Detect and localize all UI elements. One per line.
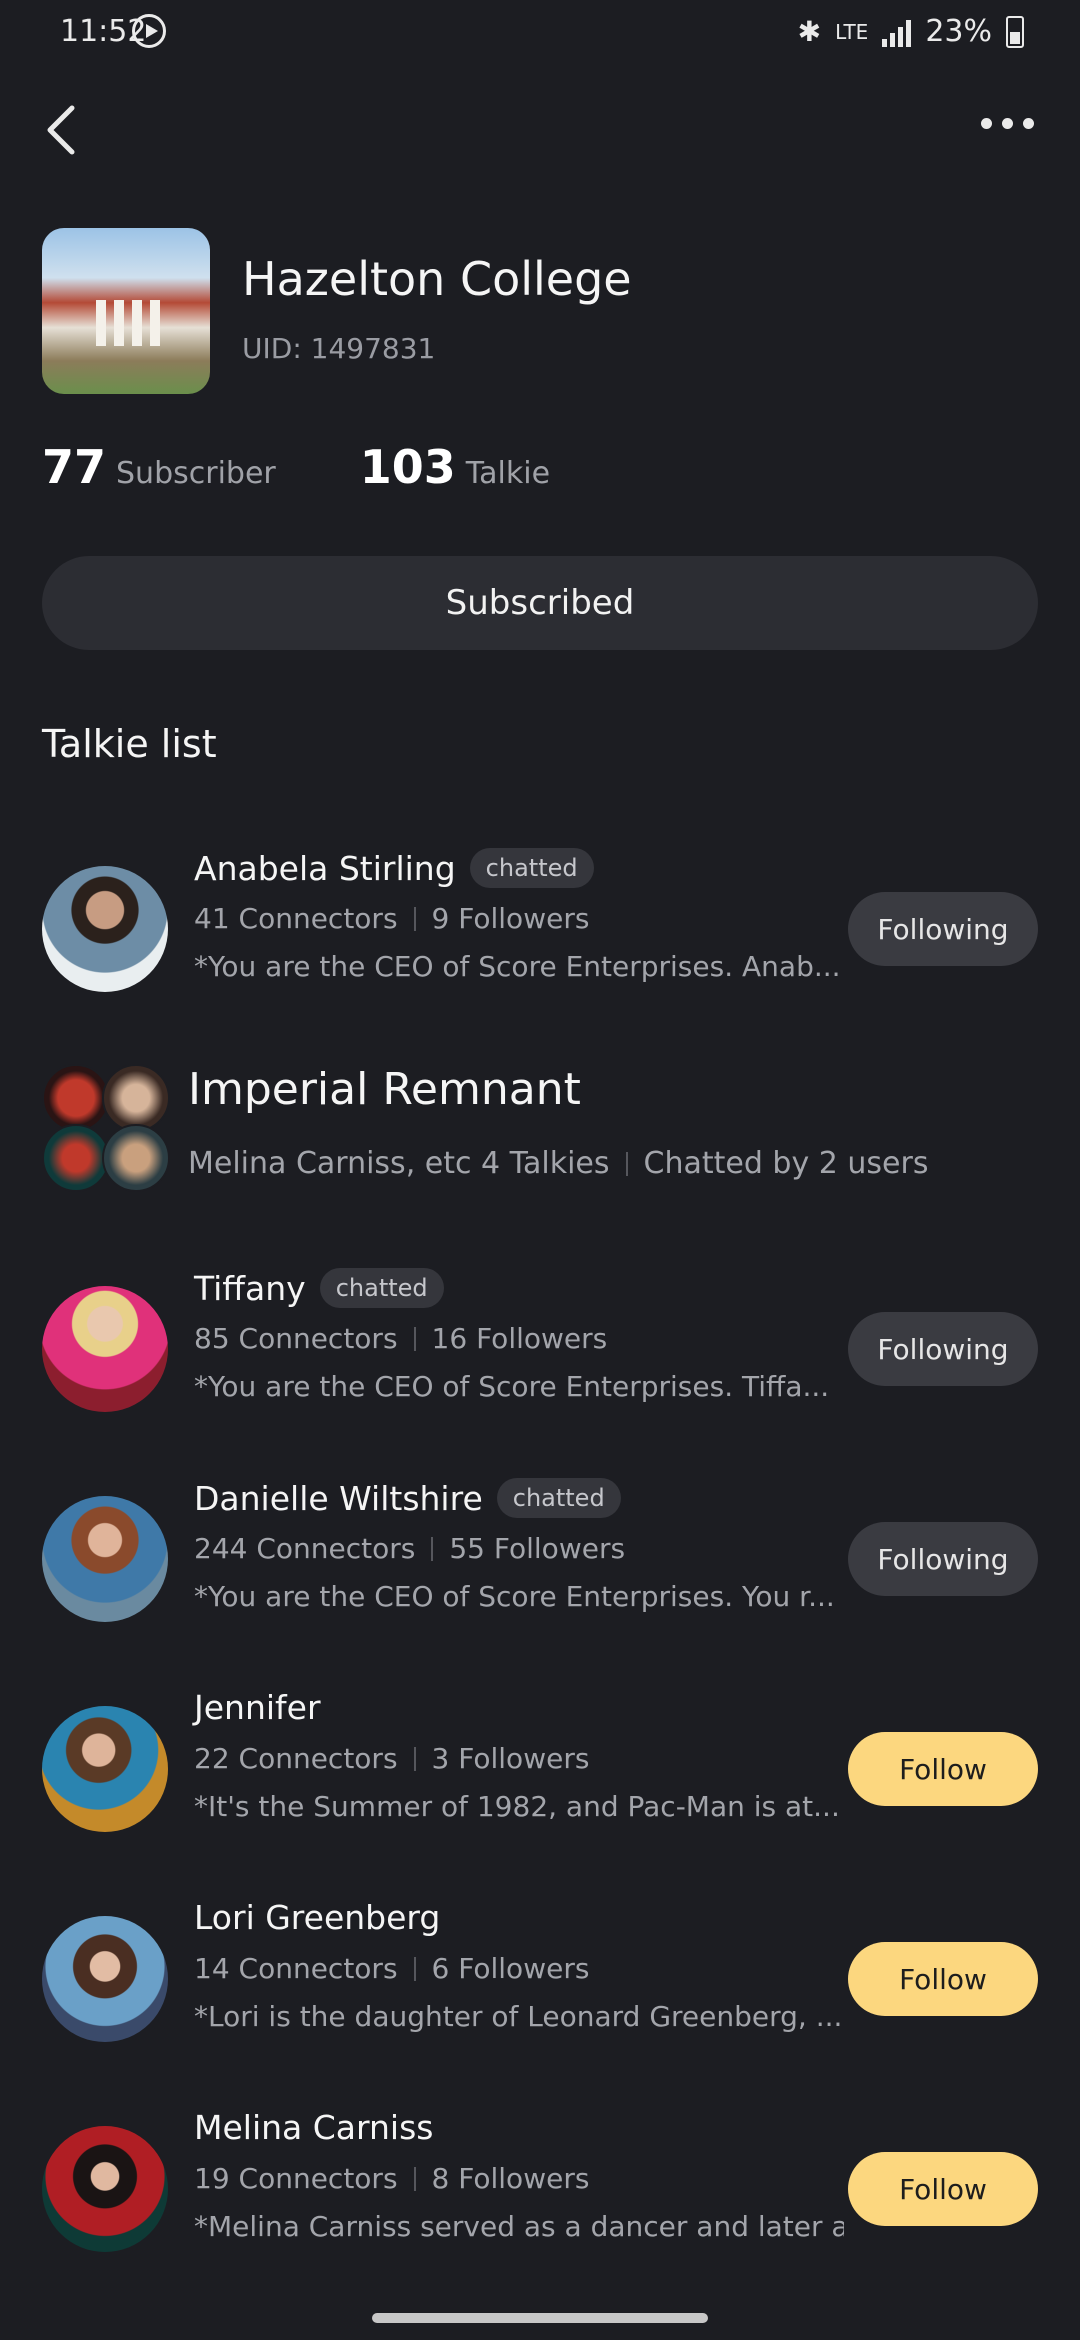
follow-button[interactable]: Follow bbox=[848, 2152, 1038, 2226]
list-item[interactable]: Melina Carniss 19 Connectors 8 Followers… bbox=[0, 2100, 1080, 2280]
talkie-count: 103 bbox=[359, 440, 456, 494]
item-name: Melina Carniss bbox=[194, 2108, 434, 2147]
subscriber-label: Subscriber bbox=[116, 456, 276, 491]
item-meta: 14 Connectors 6 Followers bbox=[194, 1952, 589, 1985]
item-name: Jennifer bbox=[194, 1688, 321, 1727]
avatar bbox=[42, 1706, 168, 1832]
connectors-count: 14 Connectors bbox=[194, 1952, 398, 1985]
group-chatted: Chatted by 2 users bbox=[643, 1146, 929, 1181]
connectors-count: 85 Connectors bbox=[194, 1322, 398, 1355]
avatar bbox=[42, 1286, 168, 1412]
item-meta: 41 Connectors 9 Followers bbox=[194, 902, 589, 935]
subscribed-button[interactable]: Subscribed bbox=[42, 556, 1038, 650]
item-name: Danielle Wiltshire bbox=[194, 1478, 483, 1518]
item-name-row: Lori Greenberg bbox=[194, 1898, 440, 1937]
chatted-badge: chatted bbox=[319, 1268, 444, 1308]
list-item[interactable]: Jennifer 22 Connectors 3 Followers *It's… bbox=[0, 1680, 1080, 1860]
connectors-count: 244 Connectors bbox=[194, 1532, 416, 1565]
chatted-badge: chatted bbox=[496, 1478, 621, 1518]
college-cover-image bbox=[42, 228, 210, 394]
connectors-count: 19 Connectors bbox=[194, 2162, 398, 2195]
bluetooth-icon: ✱ bbox=[797, 15, 822, 48]
item-meta: 22 Connectors 3 Followers bbox=[194, 1742, 589, 1775]
item-name: Tiffany bbox=[194, 1268, 306, 1308]
connectors-count: 22 Connectors bbox=[194, 1742, 398, 1775]
followers-count: 9 Followers bbox=[431, 902, 590, 935]
home-indicator[interactable] bbox=[372, 2313, 708, 2323]
item-name: Anabela Stirling bbox=[194, 848, 456, 888]
item-name-row: Anabela Stirling chatted bbox=[194, 848, 594, 888]
list-item[interactable]: Anabela Stirling chatted 41 Connectors 9… bbox=[0, 840, 1080, 1020]
item-name-row: Danielle Wiltshire chatted bbox=[194, 1478, 621, 1518]
stats-row: 77 Subscriber 103 Talkie bbox=[42, 440, 550, 494]
battery-icon bbox=[1006, 15, 1024, 48]
section-title: Talkie list bbox=[42, 722, 217, 766]
item-name-row: Melina Carniss bbox=[194, 2108, 433, 2147]
talkie-label: Talkie bbox=[465, 456, 551, 491]
group-item[interactable]: Imperial Remnant Melina Carniss, etc 4 T… bbox=[0, 1064, 1080, 1244]
followers-count: 6 Followers bbox=[431, 1952, 590, 1985]
following-button[interactable]: Following bbox=[848, 1522, 1038, 1596]
signal-icon bbox=[882, 17, 912, 47]
following-button[interactable]: Following bbox=[848, 892, 1038, 966]
page-title: Hazelton College bbox=[242, 252, 632, 306]
item-description: *You are the CEO of Score Enterprises. T… bbox=[194, 1370, 830, 1403]
group-members: Melina Carniss, etc 4 Talkies bbox=[188, 1146, 610, 1181]
subscriber-count: 77 bbox=[42, 440, 107, 494]
item-meta: 85 Connectors 16 Followers bbox=[194, 1322, 607, 1355]
more-options-icon[interactable] bbox=[981, 118, 1034, 129]
item-description: *It's the Summer of 1982, and Pac-Man is… bbox=[194, 1790, 840, 1823]
list-item[interactable]: Tiffany chatted 85 Connectors 16 Followe… bbox=[0, 1260, 1080, 1440]
follow-button[interactable]: Follow bbox=[848, 1942, 1038, 2016]
battery-percent: 23% bbox=[925, 14, 992, 49]
back-arrow-icon[interactable] bbox=[42, 100, 92, 160]
followers-count: 8 Followers bbox=[431, 2162, 590, 2195]
list-item[interactable]: Danielle Wiltshire chatted 244 Connector… bbox=[0, 1470, 1080, 1650]
followers-count: 16 Followers bbox=[431, 1322, 608, 1355]
followers-count: 55 Followers bbox=[449, 1532, 626, 1565]
list-item[interactable]: Lori Greenberg 14 Connectors 6 Followers… bbox=[0, 1890, 1080, 2070]
item-meta: 19 Connectors 8 Followers bbox=[194, 2162, 589, 2195]
group-title: Imperial Remnant bbox=[188, 1064, 581, 1115]
uid-label: UID: 1497831 bbox=[242, 332, 436, 365]
item-meta: 244 Connectors 55 Followers bbox=[194, 1532, 625, 1565]
item-name-row: Tiffany chatted bbox=[194, 1268, 444, 1308]
item-description: *You are the CEO of Score Enterprises. Y… bbox=[194, 1580, 835, 1613]
followers-count: 3 Followers bbox=[431, 1742, 590, 1775]
item-description: *You are the CEO of Score Enterprises. A… bbox=[194, 950, 841, 983]
item-name-row: Jennifer bbox=[194, 1688, 321, 1727]
item-description: *Lori is the daughter of Leonard Greenbe… bbox=[194, 2000, 843, 2033]
avatar bbox=[42, 1916, 168, 2042]
avatar bbox=[42, 1496, 168, 1622]
avatar bbox=[42, 2126, 168, 2252]
item-name: Lori Greenberg bbox=[194, 1898, 441, 1937]
following-button[interactable]: Following bbox=[848, 1312, 1038, 1386]
group-avatars bbox=[42, 1064, 170, 1192]
avatar bbox=[42, 866, 168, 992]
status-indicators: ✱ LTE 23% bbox=[798, 14, 1024, 49]
item-description: *Melina Carniss served as a dancer and l… bbox=[194, 2210, 844, 2243]
media-play-icon bbox=[132, 14, 166, 48]
lte-label: LTE bbox=[835, 19, 869, 44]
group-meta: Melina Carniss, etc 4 Talkies Chatted by… bbox=[188, 1146, 928, 1181]
follow-button[interactable]: Follow bbox=[848, 1732, 1038, 1806]
chatted-badge: chatted bbox=[469, 848, 594, 888]
connectors-count: 41 Connectors bbox=[194, 902, 398, 935]
